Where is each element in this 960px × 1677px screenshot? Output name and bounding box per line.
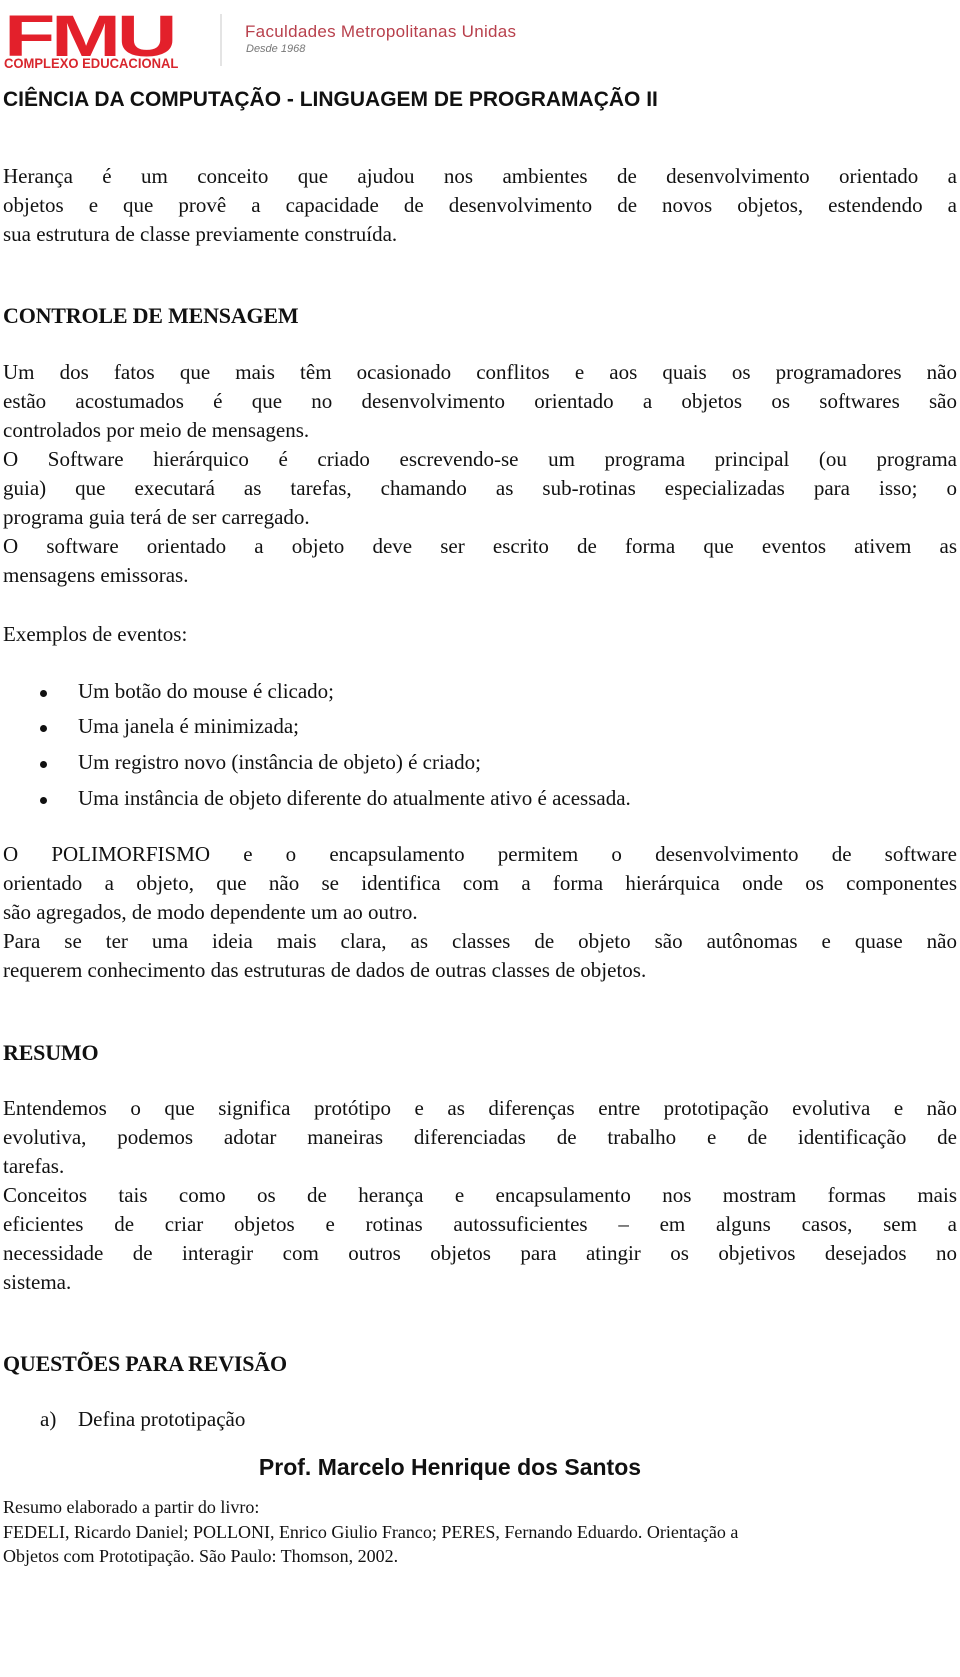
text-line: eficientes de criar objetos e rotinas au… [3,1212,957,1236]
text-line: O Software hierárquico é criado escreven… [3,447,957,471]
text-line: guia) que executará as tarefas, chamando… [3,476,957,500]
section-heading-resumo: RESUMO [3,1040,99,1065]
controle-paragraph-1: Um dos fatos que mais têm ocasionado con… [3,358,957,445]
text-line: O software orientado a objeto deve ser e… [3,534,957,558]
institution-since: Desde 1968 [246,43,306,55]
text-line: Um dos fatos que mais têm ocasionado con… [3,360,957,384]
reference-line: Resumo elaborado a partir do livro: [3,1497,260,1517]
text-line: O POLIMORFISMO e o encapsulamento permit… [3,842,957,866]
classes-paragraph: Para se ter uma ideia mais clara, as cla… [3,927,957,985]
polimorfismo-paragraph: O POLIMORFISMO e o encapsulamento permit… [3,840,957,927]
text-line: sua estrutura de classe previamente cons… [3,222,398,246]
text-line: Conceitos tais como os de herança e enca… [3,1183,957,1207]
text-line: mensagens emissoras. [3,563,189,587]
intro-paragraph: Herança é um conceito que ajudou nos amb… [3,162,957,249]
reference-block: Resumo elaborado a partir do livro: FEDE… [3,1495,953,1569]
examples-label: Exemplos de eventos: [3,622,188,646]
question-text: Defina prototipação [78,1407,246,1431]
text-line: Para se ter uma ideia mais clara, as cla… [3,929,957,953]
section-heading-questoes: QUESTÕES PARA REVISÃO [3,1351,287,1376]
text-line: requerem conhecimento das estruturas de … [3,958,647,982]
text-line: tarefas. [3,1154,65,1178]
question-label: a) [40,1407,57,1431]
reference-line: Objetos com Prototipação. São Paulo: Tho… [3,1546,399,1566]
bullet-icon [40,690,47,697]
text-line: programa guia terá de ser carregado. [3,505,310,529]
course-title: CIÊNCIA DA COMPUTAÇÃO - LINGUAGEM DE PRO… [3,88,658,111]
text-line: evolutiva, podemos adotar maneiras difer… [3,1125,957,1149]
bullet-icon [40,761,47,768]
text-line: Herança é um conceito que ajudou nos amb… [3,164,957,188]
text-line: Entendemos o que significa protótipo e a… [3,1096,957,1120]
professor-name: Prof. Marcelo Henrique dos Santos [258,1454,642,1480]
text-line: objetos e que provê a capacidade de dese… [3,193,957,217]
text-line: sistema. [3,1270,72,1294]
resumo-paragraph-2: Conceitos tais como os de herança e enca… [3,1181,957,1297]
controle-paragraph-2: O Software hierárquico é criado escreven… [3,445,957,532]
bullet-icon [40,797,47,804]
text-line: são agregados, de modo dependente um ao … [3,900,418,924]
institution-name: Faculdades Metropolitanas Unidas [245,22,517,41]
controle-paragraph-3: O software orientado a objeto deve ser e… [3,532,957,590]
resumo-paragraph-1: Entendemos o que significa protótipo e a… [3,1094,957,1181]
text-line: orientado a objeto, que não se identific… [3,871,957,895]
text-line: estão acostumados é que no desenvolvimen… [3,389,957,413]
logo-subtitle: COMPLEXO EDUCACIONAL [4,55,179,71]
question-item: a) Defina prototipação [40,1407,245,1432]
text-line: controlados por meio de mensagens. [3,418,310,442]
text-line: necessidade de interagir com outros obje… [3,1241,957,1265]
section-heading-controle: CONTROLE DE MENSAGEM [3,303,299,328]
logo-divider [220,14,222,66]
reference-line: FEDELI, Ricardo Daniel; POLLONI, Enrico … [3,1521,739,1542]
bullet-icon [40,725,47,732]
